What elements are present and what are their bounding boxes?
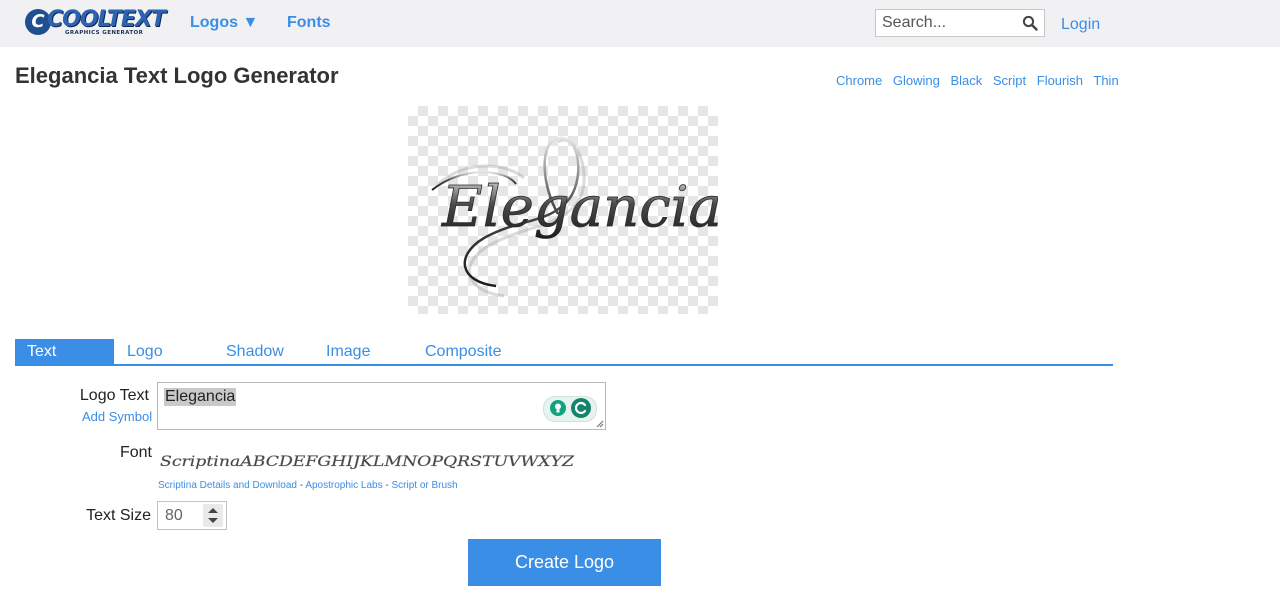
- style-link-black[interactable]: Black: [950, 73, 982, 88]
- create-logo-button[interactable]: Create Logo: [468, 539, 661, 586]
- tab-text[interactable]: Text: [15, 339, 114, 364]
- search-input[interactable]: [876, 10, 1022, 36]
- logo-preview-text: Elegancia: [441, 175, 718, 240]
- editor-tabs: Text Logo Shadow Image Composite: [15, 339, 1113, 366]
- nav-logos-menu[interactable]: Logos ▼: [190, 14, 258, 32]
- cooltext-logo-subtitle: GRAPHICS GENERATOR: [65, 30, 144, 36]
- lightbulb-icon[interactable]: [550, 400, 566, 416]
- logo-text-label: Logo Text: [79, 387, 149, 404]
- nav-fonts-link[interactable]: Fonts: [287, 14, 331, 32]
- add-symbol-link[interactable]: Add Symbol: [82, 409, 152, 424]
- style-link-chrome[interactable]: Chrome: [836, 73, 882, 88]
- text-size-stepper[interactable]: 80: [157, 501, 227, 530]
- style-link-thin[interactable]: Thin: [1093, 73, 1118, 88]
- font-sample-image[interactable]: ScriptinaABCDEFGHIJKLMNOPQRSTUVWXYZ: [158, 447, 578, 475]
- font-sample-text: ScriptinaABCDEFGHIJKLMNOPQRSTUVWXYZ: [160, 454, 575, 470]
- login-link[interactable]: Login: [1061, 16, 1100, 34]
- elegancia-script-logo-image: Elegancia: [431, 136, 718, 298]
- style-link-flourish[interactable]: Flourish: [1037, 73, 1083, 88]
- font-label: Font: [119, 444, 152, 461]
- search-icon[interactable]: [1022, 15, 1038, 31]
- tab-shadow[interactable]: Shadow: [226, 339, 284, 364]
- grammarly-icon[interactable]: [571, 398, 591, 418]
- style-links: Chrome Glowing Black Script Flourish Thi…: [836, 73, 1126, 88]
- style-link-glowing[interactable]: Glowing: [893, 73, 940, 88]
- text-size-value: 80: [165, 507, 183, 524]
- page-title: Elegancia Text Logo Generator: [15, 63, 339, 88]
- logo-text-field[interactable]: Elegancia: [157, 382, 606, 430]
- text-size-label: Text Size: [86, 507, 151, 524]
- spinner-arrows-icon[interactable]: [203, 504, 223, 527]
- top-navigation-bar: C COOLTEXT GRAPHICS GENERATOR Logos ▼ Fo…: [0, 0, 1280, 47]
- font-author-link[interactable]: Apostrophic Labs: [305, 480, 382, 491]
- resize-handle-icon[interactable]: [596, 420, 604, 428]
- search-box: [875, 9, 1045, 37]
- tab-image[interactable]: Image: [326, 339, 370, 364]
- tab-composite[interactable]: Composite: [425, 339, 501, 364]
- font-meta-links: Scriptina Details and Download - Apostro…: [158, 480, 458, 491]
- tab-logo[interactable]: Logo: [127, 339, 163, 364]
- font-category-link[interactable]: Script or Brush: [391, 480, 457, 491]
- grammarly-widget[interactable]: [543, 396, 597, 422]
- logo-text-value: Elegancia: [164, 388, 237, 406]
- style-link-script[interactable]: Script: [993, 73, 1026, 88]
- font-details-link[interactable]: Scriptina Details and Download: [158, 480, 297, 491]
- logo-preview: Elegancia: [408, 106, 718, 314]
- cooltext-logo[interactable]: C COOLTEXT GRAPHICS GENERATOR: [25, 7, 166, 39]
- cooltext-logo-wordmark: COOLTEXT: [47, 7, 166, 32]
